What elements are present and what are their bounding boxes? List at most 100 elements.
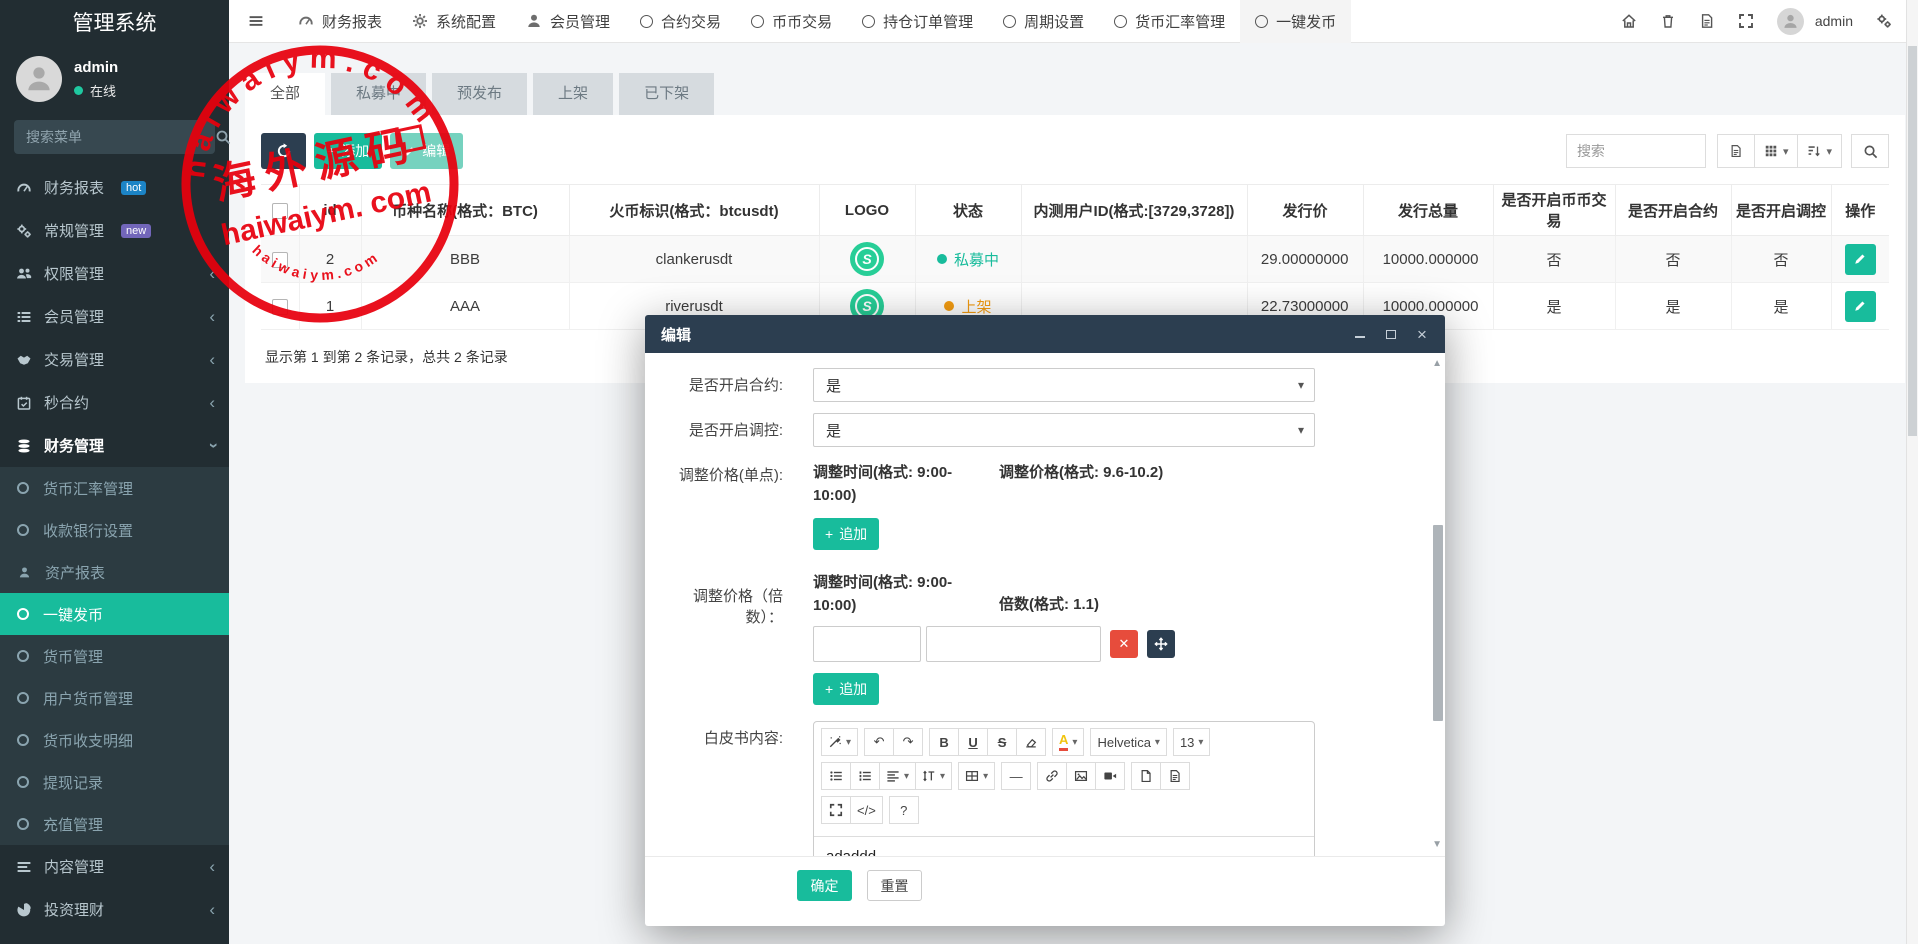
insert-image-button[interactable] — [1066, 762, 1096, 790]
minimize-icon[interactable] — [1353, 327, 1367, 341]
dialog-titlebar[interactable]: 编辑 × — [645, 315, 1445, 353]
append-single-button[interactable]: +追加 — [813, 518, 879, 550]
sidebar-item-investment[interactable]: 投资理财‹ — [0, 888, 229, 931]
line-height-button[interactable]: ▾ — [915, 762, 952, 790]
ordered-list-button[interactable] — [850, 762, 880, 790]
multi-time-input[interactable] — [813, 626, 921, 662]
search-button[interactable] — [1851, 134, 1889, 168]
paragraph-align-button[interactable]: ▾ — [879, 762, 916, 790]
dialog-scrollbar-thumb[interactable] — [1433, 525, 1443, 721]
open-control-select[interactable]: 是▾ — [813, 413, 1315, 447]
scroll-down-icon[interactable]: ▼ — [1432, 839, 1442, 850]
sidebar-item-recharge-mgmt[interactable]: 充值管理 — [0, 803, 229, 845]
insert-table-button[interactable]: ▾ — [958, 762, 995, 790]
navbar-username[interactable]: admin — [1815, 13, 1853, 29]
nav-tab-finance-report[interactable]: 财务报表 — [283, 0, 397, 43]
nav-tab-exchange-rate[interactable]: 货币汇率管理 — [1099, 0, 1240, 43]
sidebar-item-withdraw-records[interactable]: 提现记录 — [0, 761, 229, 803]
scroll-up-icon[interactable]: ▲ — [1432, 358, 1442, 369]
font-color-button[interactable]: A▾ — [1052, 728, 1084, 756]
close-icon[interactable]: × — [1415, 327, 1429, 341]
nav-tab-system-config[interactable]: 系统配置 — [397, 0, 511, 43]
sidebar-item-bank-settings[interactable]: 收款银行设置 — [0, 509, 229, 551]
page-scrollbar-thumb[interactable] — [1908, 46, 1917, 436]
row-edit-button[interactable] — [1845, 244, 1876, 275]
avatar[interactable] — [1777, 8, 1804, 35]
sidebar-item-trade[interactable]: 交易管理‹ — [0, 338, 229, 381]
tab-all[interactable]: 全部 — [245, 73, 325, 115]
sidebar-item-general[interactable]: 常规管理new — [0, 209, 229, 252]
search-icon[interactable] — [215, 129, 231, 145]
select-all-checkbox[interactable] — [272, 203, 288, 219]
refresh-button[interactable] — [261, 133, 306, 169]
nav-tab-period-settings[interactable]: 周期设置 — [988, 0, 1099, 43]
move-row-button[interactable] — [1147, 630, 1175, 658]
edit-button[interactable]: 编辑 — [390, 133, 463, 169]
maximize-icon[interactable] — [1384, 327, 1398, 341]
strikethrough-button[interactable]: S — [987, 728, 1017, 756]
open-contract-select[interactable]: 是▾ — [813, 368, 1315, 402]
sidebar-item-permissions[interactable]: 权限管理‹ — [0, 252, 229, 295]
home-icon[interactable] — [1621, 13, 1637, 29]
sidebar-item-currency-detail[interactable]: 货币收支明细 — [0, 719, 229, 761]
insert-document-button[interactable] — [1160, 762, 1190, 790]
font-size-button[interactable]: 13▾ — [1173, 728, 1211, 756]
undo-button[interactable]: ↶ — [864, 728, 894, 756]
sidebar-item-exchange-rate[interactable]: 货币汇率管理 — [0, 467, 229, 509]
nav-tab-members[interactable]: 会员管理 — [511, 0, 625, 43]
nav-tab-coin-trade[interactable]: 币币交易 — [736, 0, 847, 43]
table-search-input[interactable] — [1566, 134, 1706, 168]
multi-factor-input[interactable] — [926, 626, 1101, 662]
nav-tab-contract-trade[interactable]: 合约交易 — [625, 0, 736, 43]
add-button[interactable]: +添加 — [314, 133, 382, 169]
row-checkbox[interactable] — [272, 252, 288, 268]
fullscreen-icon[interactable] — [1738, 13, 1754, 29]
remove-row-button[interactable]: ✕ — [1110, 630, 1138, 658]
horizontal-rule-button[interactable]: — — [1001, 762, 1031, 790]
font-name-button[interactable]: Helvetica▾ — [1090, 728, 1167, 756]
reset-button[interactable]: 重置 — [867, 870, 922, 901]
insert-link-button[interactable] — [1037, 762, 1067, 790]
sidebar-item-content-mgmt[interactable]: 内容管理‹ — [0, 845, 229, 888]
editor-style-button[interactable]: ▾ — [821, 728, 858, 756]
sidebar-item-members[interactable]: 会员管理‹ — [0, 295, 229, 338]
row-checkbox[interactable] — [272, 299, 288, 315]
sidebar-item-finance-report[interactable]: 财务报表hot — [0, 166, 229, 209]
editor-fullscreen-button[interactable] — [821, 796, 851, 824]
nav-tab-position-orders[interactable]: 持仓订单管理 — [847, 0, 988, 43]
sidebar-item-finance-mgmt[interactable]: 财务管理‹ — [0, 424, 229, 467]
append-multiplier-button[interactable]: +追加 — [813, 673, 879, 705]
trash-icon[interactable] — [1660, 13, 1676, 29]
editor-help-button[interactable]: ? — [889, 796, 919, 824]
clear-cache-icon[interactable] — [1699, 13, 1715, 29]
row-edit-button[interactable] — [1845, 291, 1876, 322]
detail-view-button[interactable] — [1717, 134, 1755, 168]
clear-style-button[interactable] — [1016, 728, 1046, 756]
insert-file-button[interactable] — [1131, 762, 1161, 790]
sidebar-item-seconds-contract[interactable]: 秒合约‹ — [0, 381, 229, 424]
sidebar-item-one-key-issue[interactable]: 一键发币 — [0, 593, 229, 635]
cogs-icon[interactable] — [1876, 13, 1892, 29]
sidebar-item-asset-report[interactable]: 资产报表 — [0, 551, 229, 593]
confirm-button[interactable]: 确定 — [797, 870, 852, 901]
sidebar-item-user-currency[interactable]: 用户货币管理 — [0, 677, 229, 719]
hamburger-menu-icon[interactable] — [229, 0, 283, 43]
export-button[interactable]: ▾ — [1797, 134, 1842, 168]
sidebar-search[interactable] — [14, 120, 215, 154]
insert-video-button[interactable] — [1095, 762, 1125, 790]
sidebar-item-currency-mgmt[interactable]: 货币管理 — [0, 635, 229, 677]
code-view-button[interactable]: </> — [850, 796, 883, 824]
redo-button[interactable]: ↷ — [893, 728, 923, 756]
underline-button[interactable]: U — [958, 728, 988, 756]
tab-listed[interactable]: 上架 — [533, 73, 613, 115]
sidebar-search-input[interactable] — [26, 129, 207, 145]
unordered-list-button[interactable] — [821, 762, 851, 790]
tab-private-sale[interactable]: 私募中 — [331, 73, 426, 115]
tab-delisted[interactable]: 已下架 — [619, 73, 714, 115]
page-scrollbar[interactable] — [1906, 0, 1918, 944]
editor-content[interactable]: adaddd — [814, 837, 1314, 856]
columns-button[interactable]: ▾ — [1754, 134, 1799, 168]
nav-tab-one-key-issue[interactable]: 一键发币 — [1240, 0, 1351, 43]
tab-pre-release[interactable]: 预发布 — [432, 73, 527, 115]
bold-button[interactable]: B — [929, 728, 959, 756]
